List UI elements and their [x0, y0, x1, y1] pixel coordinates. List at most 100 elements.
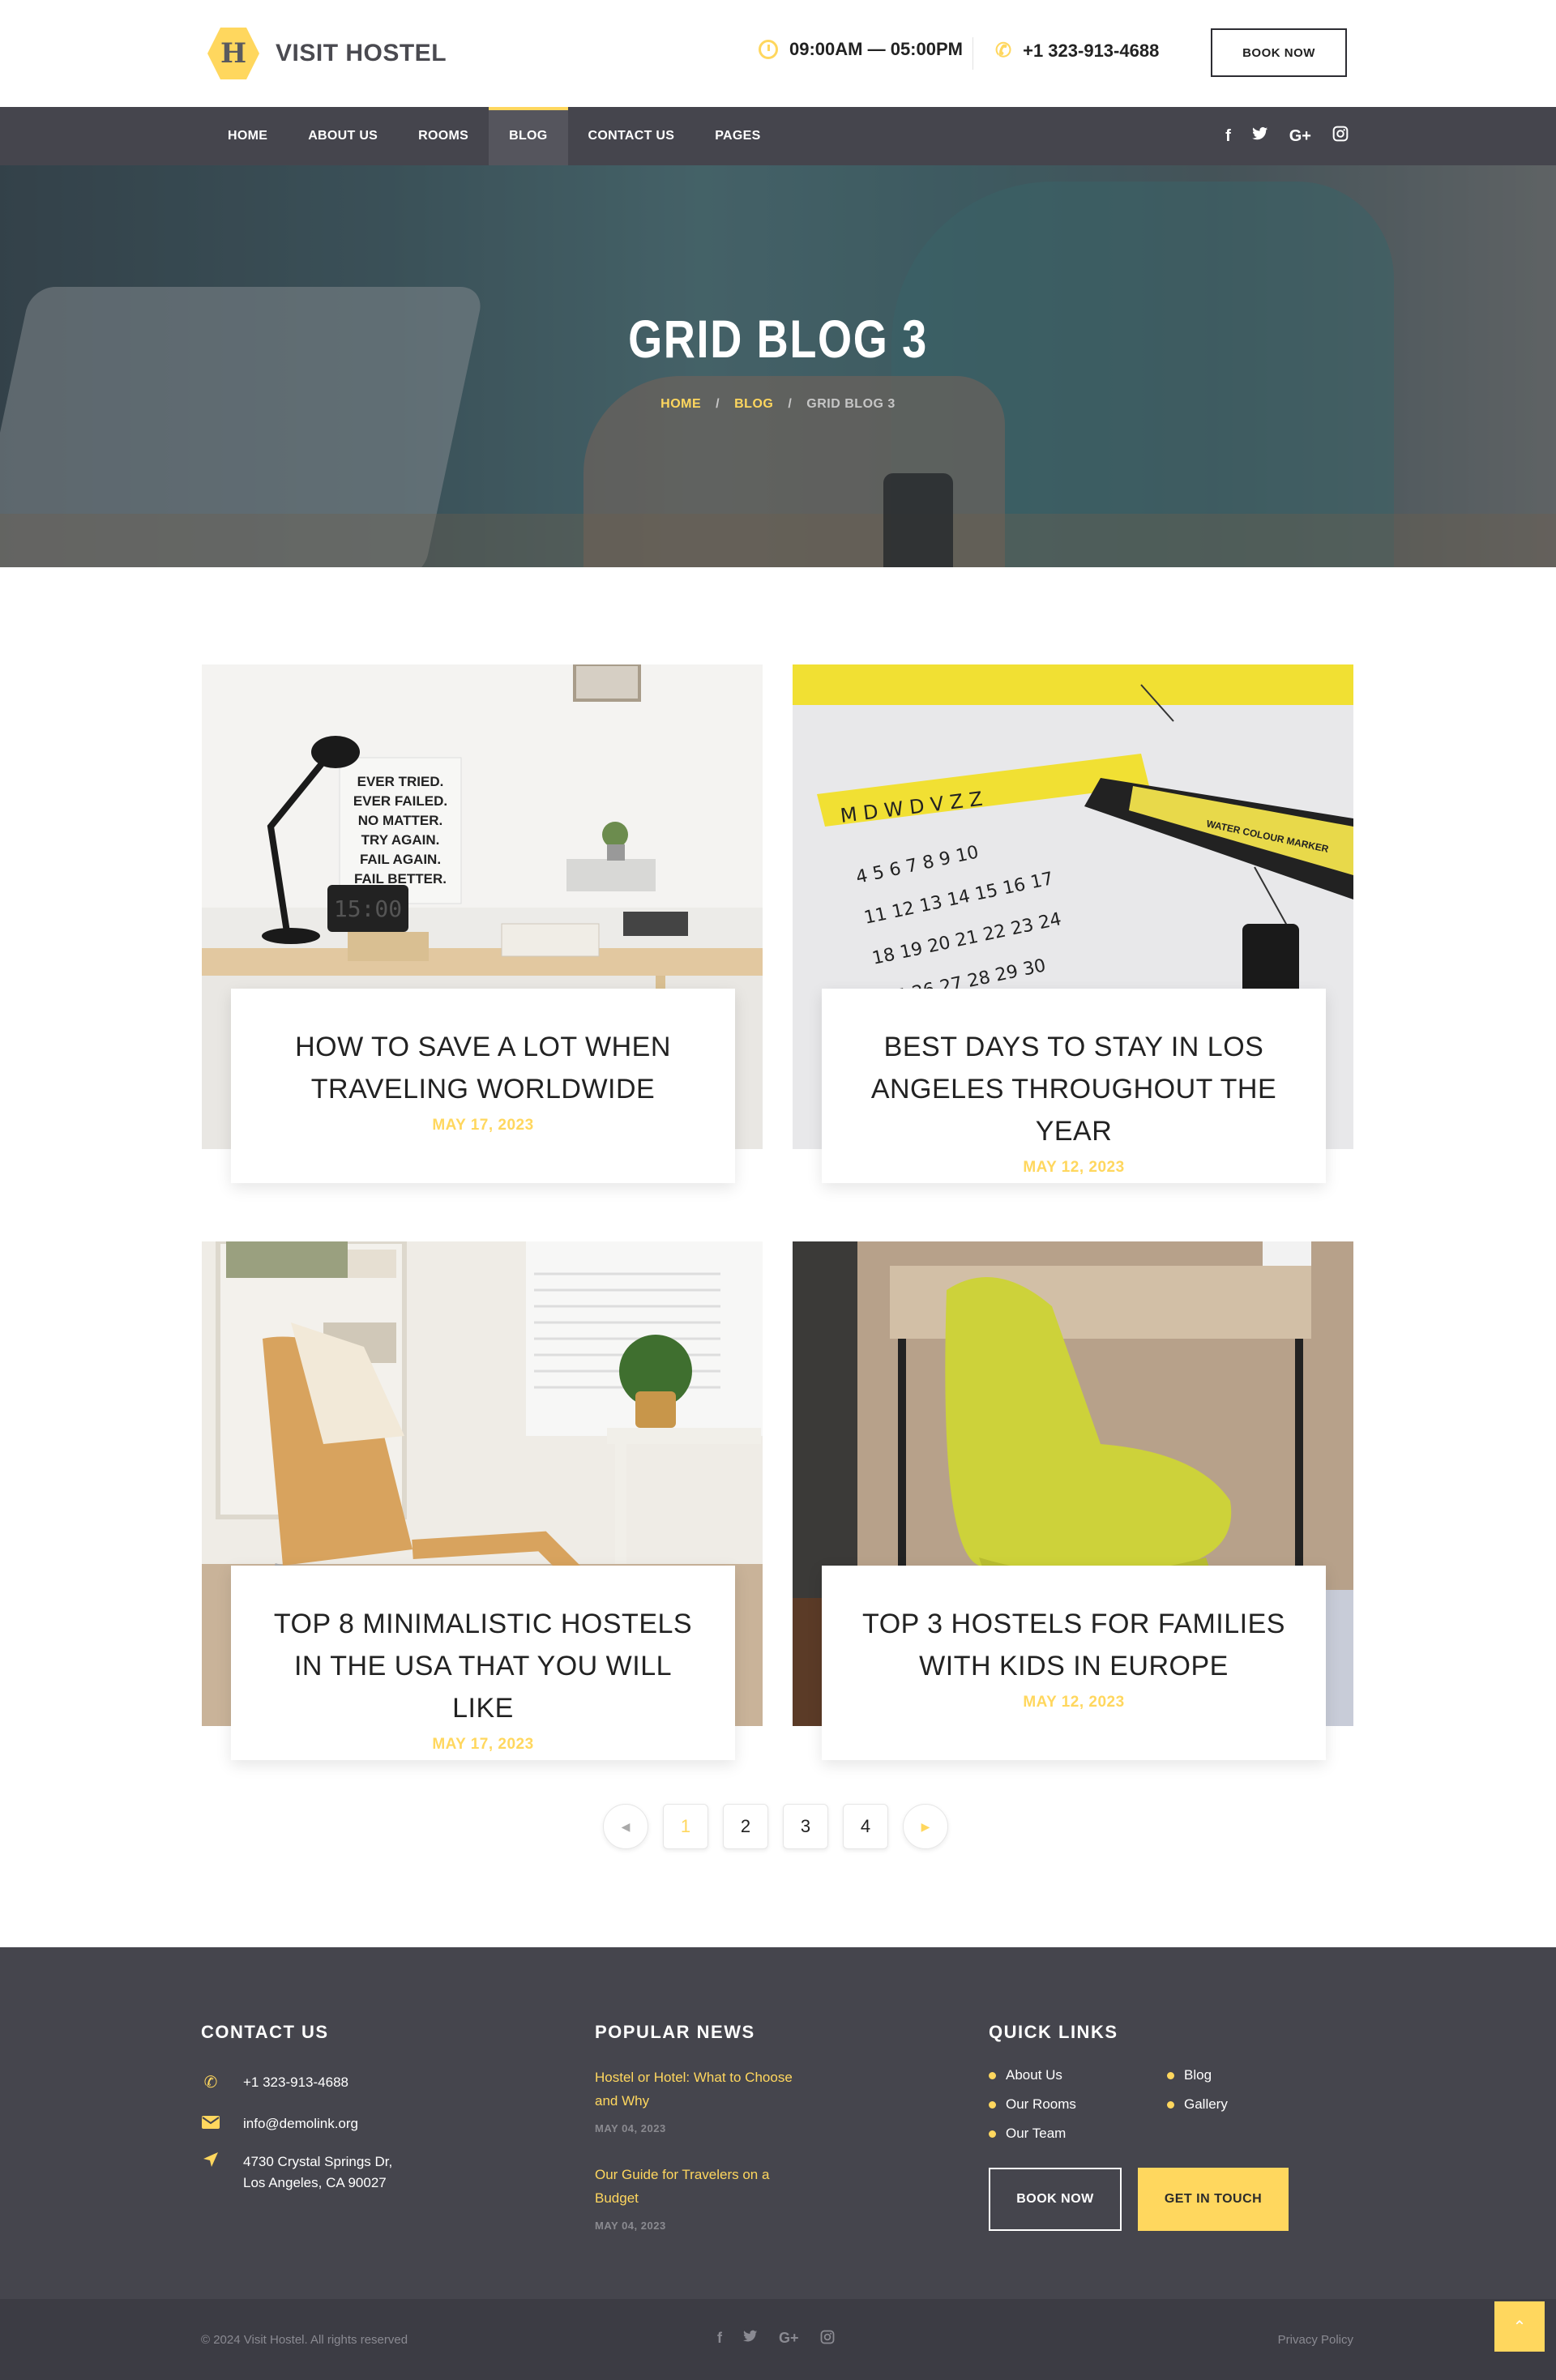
footer-phone-text: +1 323-913-4688 [243, 2074, 348, 2090]
breadcrumb-home[interactable]: HOME [660, 397, 701, 412]
main-nav: HOME ABOUT US ROOMS BLOG CONTACT US PAGE… [0, 107, 1556, 165]
breadcrumb-separator: / [788, 397, 793, 411]
blog-card[interactable]: TOP 8 MINIMALISTIC HOSTELS IN THE USA TH… [202, 1241, 763, 1760]
pagination-page-1[interactable]: 1 [663, 1804, 708, 1849]
bullet-icon [989, 2130, 996, 2138]
footer-contact-heading: CONTACT US [201, 2022, 329, 2042]
breadcrumb: HOME / BLOG / GRID BLOG 3 [0, 397, 1556, 412]
footer-link-our-team[interactable]: Our Team [989, 2126, 1066, 2142]
chevron-up-icon: ⌃ [1512, 2318, 1527, 2336]
footer-link-gallery[interactable]: Gallery [1167, 2096, 1228, 2113]
hostel-logo-icon: H [207, 28, 259, 79]
twitter-icon[interactable] [1251, 126, 1268, 146]
site-logo[interactable]: H VISIT HOSTEL [207, 26, 447, 81]
blog-card-content: TOP 8 MINIMALISTIC HOSTELS IN THE USA TH… [231, 1566, 735, 1760]
footer-link-label: Our Rooms [1006, 2096, 1076, 2112]
poster-line-6: FAIL BETTER. [354, 871, 447, 887]
clock-icon [759, 40, 778, 59]
bottom-bar: © 2024 Visit Hostel. All rights reserved… [0, 2299, 1556, 2380]
pagination-page-4[interactable]: 4 [843, 1804, 888, 1849]
header-phone[interactable]: ✆ +1 323-913-4688 [995, 39, 1159, 62]
header-divider [972, 37, 973, 70]
footer-social-links: f G+ [717, 2330, 835, 2348]
blog-card[interactable]: EVER TRIED. EVER FAILED. NO MATTER. TRY … [202, 664, 763, 1183]
poster-line-5: FAIL AGAIN. [360, 852, 441, 867]
footer-news-heading: POPULAR NEWS [595, 2022, 755, 2042]
blog-card-date: MAY 17, 2023 [432, 1736, 534, 1753]
blog-card-title[interactable]: TOP 8 MINIMALISTIC HOSTELS IN THE USA TH… [231, 1603, 735, 1729]
clock-display: 15:00 [334, 895, 402, 922]
opening-hours: 09:00AM — 05:00PM [759, 39, 963, 60]
blog-card-title[interactable]: TOP 3 HOSTELS FOR FAMILIES WITH KIDS IN … [822, 1603, 1326, 1687]
address-line-2: Los Angeles, CA 90027 [243, 2175, 387, 2190]
footer-address: 4730 Crystal Springs Dr, Los Angeles, CA… [201, 2151, 392, 2194]
google-plus-icon[interactable]: G+ [779, 2330, 799, 2348]
nav-item-pages[interactable]: PAGES [695, 107, 780, 165]
blog-card-date: MAY 17, 2023 [432, 1117, 534, 1134]
page-title: GRID BLOG 3 [628, 309, 928, 369]
privacy-policy-link[interactable]: Privacy Policy [1278, 2333, 1353, 2347]
poster-line-1: EVER TRIED. [357, 774, 444, 789]
nav-item-about-us[interactable]: ABOUT US [288, 107, 398, 165]
nav-menu: HOME ABOUT US ROOMS BLOG CONTACT US PAGE… [207, 107, 781, 165]
footer-phone[interactable]: ✆ +1 323-913-4688 [201, 2072, 348, 2093]
breadcrumb-blog[interactable]: BLOG [734, 397, 773, 412]
nav-item-blog[interactable]: BLOG [489, 107, 568, 165]
bullet-icon [989, 2071, 996, 2079]
top-header: H VISIT HOSTEL 09:00AM — 05:00PM ✆ +1 32… [0, 0, 1556, 107]
facebook-icon[interactable]: f [717, 2330, 722, 2348]
footer-links-heading: QUICK LINKS [989, 2022, 1118, 2042]
pagination-next-button[interactable]: ▶ [903, 1804, 948, 1849]
phone-icon: ✆ [203, 2074, 218, 2092]
pagination-page-3[interactable]: 3 [783, 1804, 828, 1849]
book-now-button[interactable]: BOOK NOW [1211, 28, 1347, 77]
blog-card-title[interactable]: HOW TO SAVE A LOT WHEN TRAVELING WORLDWI… [231, 1026, 735, 1110]
blog-card-title[interactable]: BEST DAYS TO STAY IN LOS ANGELES THROUGH… [822, 1026, 1326, 1152]
nav-item-home[interactable]: HOME [207, 107, 288, 165]
facebook-icon[interactable]: f [1225, 127, 1231, 146]
twitter-icon[interactable] [743, 2330, 758, 2348]
phone-icon: ✆ [995, 40, 1012, 62]
breadcrumb-separator: / [716, 397, 720, 411]
instagram-icon[interactable] [820, 2330, 835, 2348]
copyright-text: © 2024 Visit Hostel. All rights reserved [201, 2333, 408, 2347]
footer-book-now-button[interactable]: BOOK NOW [989, 2168, 1122, 2231]
address-line-1: 4730 Crystal Springs Dr, [243, 2154, 393, 2169]
footer-news-date: MAY 04, 2023 [595, 2122, 666, 2134]
footer-link-our-rooms[interactable]: Our Rooms [989, 2096, 1076, 2113]
pagination-prev-button[interactable]: ◀ [603, 1804, 648, 1849]
blog-card[interactable]: TOP 3 HOSTELS FOR FAMILIES WITH KIDS IN … [793, 1241, 1353, 1760]
blog-card-content: TOP 3 HOSTELS FOR FAMILIES WITH KIDS IN … [822, 1566, 1326, 1760]
footer-link-blog[interactable]: Blog [1167, 2067, 1212, 2083]
blog-card-date: MAY 12, 2023 [1023, 1694, 1125, 1711]
footer-email[interactable]: info@demolink.org [201, 2113, 358, 2134]
blog-card-content: HOW TO SAVE A LOT WHEN TRAVELING WORLDWI… [231, 989, 735, 1183]
footer-news-title[interactable]: Hostel or Hotel: What to Choose and Why [595, 2066, 806, 2113]
blog-card-content: BEST DAYS TO STAY IN LOS ANGELES THROUGH… [822, 989, 1326, 1183]
instagram-icon[interactable] [1332, 126, 1349, 147]
footer-address-text: 4730 Crystal Springs Dr, Los Angeles, CA… [243, 2151, 392, 2194]
nav-item-contact-us[interactable]: CONTACT US [568, 107, 695, 165]
pagination: ◀ 1 2 3 4 ▶ [603, 1804, 948, 1849]
footer-get-in-touch-button[interactable]: GET IN TOUCH [1138, 2168, 1289, 2231]
footer-news-title[interactable]: Our Guide for Travelers on a Budget [595, 2163, 806, 2210]
blog-card[interactable]: M D W D V Z Z 4 5 6 7 8 9 10 11 12 13 14… [793, 664, 1353, 1183]
footer: CONTACT US ✆ +1 323-913-4688 info@demoli… [0, 1947, 1556, 2299]
poster-line-4: TRY AGAIN. [361, 832, 440, 848]
blog-card-date: MAY 12, 2023 [1023, 1159, 1125, 1176]
phone-text: +1 323-913-4688 [1023, 40, 1160, 61]
bullet-icon [1167, 2100, 1174, 2109]
page-hero: GRID BLOG 3 HOME / BLOG / GRID BLOG 3 [0, 165, 1556, 567]
footer-news-date: MAY 04, 2023 [595, 2220, 666, 2232]
footer-link-about-us[interactable]: About Us [989, 2067, 1062, 2083]
nav-item-rooms[interactable]: ROOMS [398, 107, 489, 165]
footer-email-text: info@demolink.org [243, 2116, 358, 2131]
scroll-to-top-button[interactable]: ⌃ [1494, 2301, 1545, 2352]
bullet-icon [989, 2100, 996, 2109]
pagination-page-2[interactable]: 2 [723, 1804, 768, 1849]
footer-link-label: About Us [1006, 2067, 1062, 2083]
logo-text: VISIT HOSTEL [276, 40, 447, 66]
hours-text: 09:00AM — 05:00PM [789, 39, 963, 59]
google-plus-icon[interactable]: G+ [1289, 127, 1311, 146]
envelope-icon [201, 2113, 220, 2134]
